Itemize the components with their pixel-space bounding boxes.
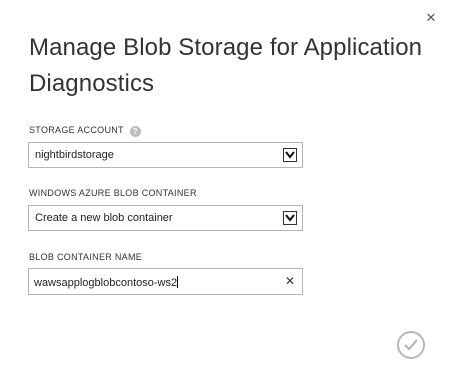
- ok-button[interactable]: [397, 331, 425, 359]
- container-name-text: wawsapplogblobcontoso-ws2: [34, 277, 178, 289]
- storage-account-value: nightbirdstorage: [35, 149, 114, 161]
- storage-account-label-text: STORAGE ACCOUNT: [29, 125, 124, 135]
- storage-account-label: STORAGE ACCOUNT?: [29, 125, 141, 137]
- dialog-title: Manage Blob Storage for Application Diag…: [29, 34, 423, 97]
- blob-container-value: Create a new blob container: [35, 212, 173, 224]
- container-name-input[interactable]: wawsapplogblobcontoso-ws2 ✕: [28, 268, 303, 295]
- chevron-down-icon[interactable]: [283, 148, 297, 162]
- container-name-value: wawsapplogblobcontoso-ws2: [34, 276, 179, 289]
- text-caret: [177, 276, 179, 288]
- checkmark-icon: [404, 339, 418, 351]
- manage-blob-storage-dialog: ✕ Manage Blob Storage for Application Di…: [0, 0, 451, 386]
- blob-container-label: WINDOWS AZURE BLOB CONTAINER: [29, 188, 197, 198]
- blob-container-select[interactable]: Create a new blob container: [28, 205, 303, 231]
- close-icon[interactable]: ✕: [424, 11, 438, 25]
- container-name-label: BLOB CONTAINER NAME: [29, 252, 143, 262]
- storage-account-select[interactable]: nightbirdstorage: [28, 142, 303, 168]
- help-icon[interactable]: ?: [129, 126, 141, 137]
- chevron-down-icon[interactable]: [283, 211, 297, 225]
- clear-icon[interactable]: ✕: [285, 274, 295, 288]
